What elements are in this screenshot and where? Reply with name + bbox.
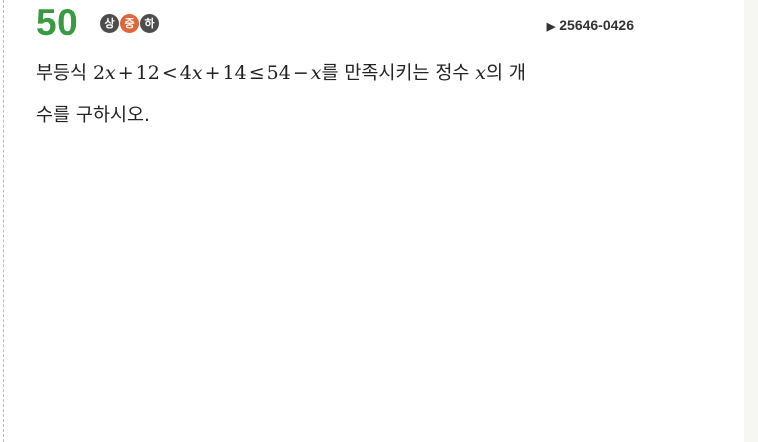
math-operator: − <box>292 62 309 84</box>
triangle-right-icon: ▶ <box>546 21 556 33</box>
math-variable: x <box>191 62 203 84</box>
question-lead: 부등식 <box>36 63 93 84</box>
inequality-formula: 2x +12 <4x +14 ≤54− x <box>93 62 322 84</box>
page-margin-dashed-line <box>3 0 4 442</box>
difficulty-badge-low: 하 <box>140 14 159 33</box>
difficulty-badge-high: 상 <box>100 14 119 33</box>
math-operator: ≤ <box>248 62 265 84</box>
math-number: 5 <box>266 62 279 84</box>
math-operator: < <box>161 62 178 84</box>
question-after-math: 를 만족시키는 정수 <box>321 63 476 84</box>
question-variable: x <box>475 62 486 84</box>
difficulty-badge-medium: 중 <box>120 14 139 33</box>
math-number: 4 <box>278 62 291 84</box>
math-operator: + <box>204 62 221 84</box>
question-text: 부등식 2x +12 <4x +14 ≤54− x를 만족시키는 정수 x의 개 수를 구… <box>36 52 640 137</box>
inequality-expression: 2x +12 <4x +14 ≤54− x <box>93 62 322 84</box>
problem-code-text: 25646-0426 <box>559 17 634 33</box>
math-number: 1 <box>222 62 235 84</box>
math-number: 2 <box>92 62 106 84</box>
math-number: 4 <box>234 62 247 84</box>
math-operator: + <box>117 62 134 84</box>
math-variable: x <box>105 62 116 84</box>
math-variable: x <box>310 62 322 84</box>
page-edge-strip <box>744 0 758 442</box>
problem-code: ▶ 25646-0426 <box>547 15 634 37</box>
math-number: 2 <box>147 62 160 84</box>
question-line1-tail: 의 개 <box>486 63 526 84</box>
problem-number: 50 <box>36 2 79 43</box>
math-number: 4 <box>179 62 192 84</box>
difficulty-badges: 상 중 하 <box>100 14 159 33</box>
problem-header: 50 상 중 하 ▶ 25646-0426 <box>36 2 646 44</box>
question-line2: 수를 구하시오. <box>36 105 150 126</box>
workbook-page: 50 상 중 하 ▶ 25646-0426 부등식 2x +12 <4x +14 ≤54−… <box>0 0 758 442</box>
math-number: 1 <box>135 62 148 84</box>
